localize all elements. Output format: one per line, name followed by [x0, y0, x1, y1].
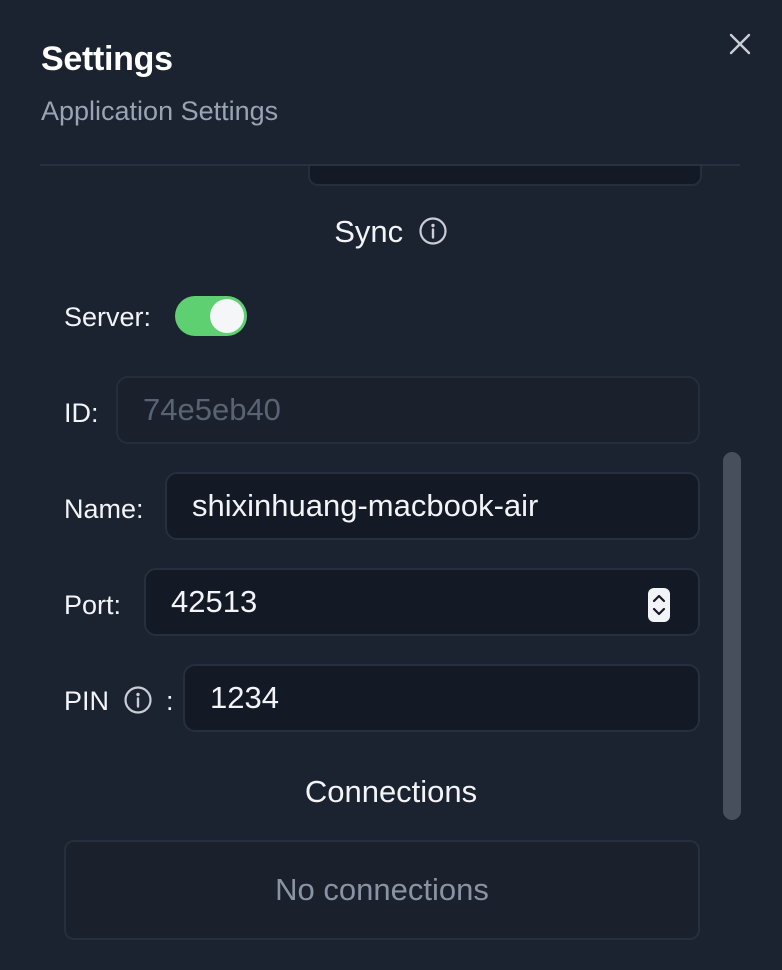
connections-empty-state: No connections — [64, 840, 700, 940]
server-toggle[interactable] — [175, 296, 247, 336]
clipped-previous-field[interactable] — [308, 166, 702, 186]
id-label: ID: — [64, 398, 99, 428]
stepper-arrows-icon — [652, 594, 666, 616]
settings-scroll-region[interactable]: Sync Server: ID: 74e5eb40 Name: shixinhu… — [0, 166, 782, 970]
port-field[interactable]: 42513 — [144, 568, 700, 636]
sync-section-title: Sync — [0, 214, 782, 250]
page-subtitle: Application Settings — [41, 96, 279, 126]
pin-colon: : — [166, 686, 174, 716]
pin-label: PIN — [64, 686, 110, 716]
pin-field[interactable]: 1234 — [183, 664, 700, 732]
pin-label-group: PIN : — [64, 686, 174, 718]
toggle-knob — [210, 299, 244, 333]
connections-title: Connections — [304, 774, 478, 809]
scrollbar-thumb[interactable] — [723, 452, 741, 820]
settings-panel: Settings Application Settings Sync Serve… — [0, 0, 782, 970]
server-label: Server: — [64, 302, 152, 332]
sync-title-text: Sync — [334, 214, 404, 249]
page-title: Settings — [41, 40, 173, 78]
name-label: Name: — [64, 494, 144, 524]
close-icon — [729, 33, 751, 55]
name-field[interactable]: shixinhuang-macbook-air — [165, 472, 700, 540]
port-label: Port: — [64, 590, 122, 620]
info-icon[interactable] — [418, 216, 448, 246]
port-stepper[interactable] — [648, 588, 670, 622]
close-button[interactable] — [726, 30, 754, 58]
pin-info-icon[interactable] — [123, 685, 153, 715]
port-value: 42513 — [171, 584, 258, 619]
id-field[interactable]: 74e5eb40 — [116, 376, 700, 444]
